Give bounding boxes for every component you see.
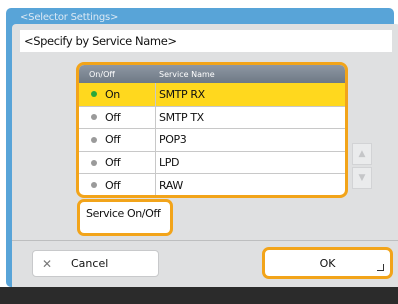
header-onoff: On/Off <box>89 69 115 79</box>
row-service-name: LPD <box>159 156 180 170</box>
row-state: Off <box>105 156 121 170</box>
scroll-up-button[interactable]: ▲ <box>352 143 372 165</box>
ok-label: OK <box>319 256 336 270</box>
header-service-name: Service Name <box>159 69 215 79</box>
column-divider <box>155 83 156 195</box>
row-state: Off <box>105 110 121 124</box>
bottom-bar <box>0 287 398 304</box>
dialog-title: <Specify by Service Name> <box>20 30 392 52</box>
row-service-name: RAW <box>159 178 183 192</box>
row-service-name: SMTP RX <box>159 87 205 101</box>
status-indicator-icon <box>91 182 97 189</box>
list-scroll-controls: ▲ ▼ <box>352 143 372 189</box>
row-state: Off <box>105 178 121 192</box>
service-row-raw[interactable]: Off RAW <box>79 173 345 195</box>
service-list: On/Off Service Name On SMTP RX Off SMTP … <box>76 62 348 198</box>
service-row-lpd[interactable]: Off LPD <box>79 150 345 174</box>
row-service-name: POP3 <box>159 133 187 147</box>
service-row-smtp-rx[interactable]: On SMTP RX <box>79 83 345 106</box>
selector-settings-window: <Selector Settings> <Specify by Service … <box>6 8 398 295</box>
service-row-smtp-tx[interactable]: Off SMTP TX <box>79 105 345 129</box>
row-service-name: SMTP TX <box>159 110 204 124</box>
scroll-down-button[interactable]: ▼ <box>352 167 372 189</box>
status-indicator-icon <box>91 159 97 166</box>
service-on-off-button[interactable]: Service On/Off <box>77 199 173 236</box>
window-title: <Selector Settings> <box>20 12 119 23</box>
row-state: Off <box>105 133 121 147</box>
triangle-down-icon: ▼ <box>358 173 366 183</box>
close-icon: ✕ <box>41 256 53 271</box>
return-corner-icon <box>377 264 384 271</box>
status-indicator-icon <box>91 114 97 121</box>
service-row-pop3[interactable]: Off POP3 <box>79 128 345 151</box>
footer-divider <box>12 240 398 241</box>
specify-by-service-name-dialog: <Specify by Service Name> On/Off Service… <box>12 24 398 295</box>
status-indicator-icon <box>91 91 97 98</box>
ok-button[interactable]: OK <box>262 247 393 279</box>
cancel-label: Cancel <box>71 257 109 270</box>
row-state: On <box>105 87 120 101</box>
status-indicator-icon <box>91 136 97 143</box>
cancel-button[interactable]: ✕ Cancel <box>32 250 159 277</box>
list-header: On/Off Service Name <box>79 65 345 83</box>
triangle-up-icon: ▲ <box>358 149 366 159</box>
